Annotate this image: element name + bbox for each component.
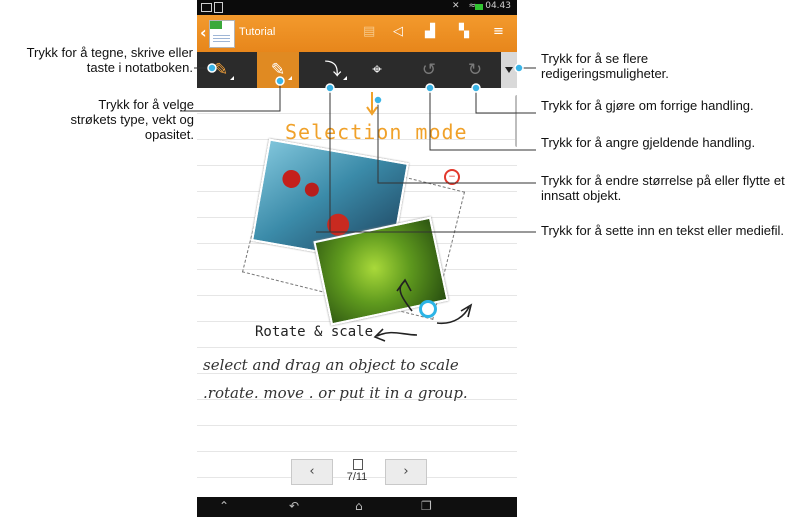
callout-lines <box>180 63 536 233</box>
